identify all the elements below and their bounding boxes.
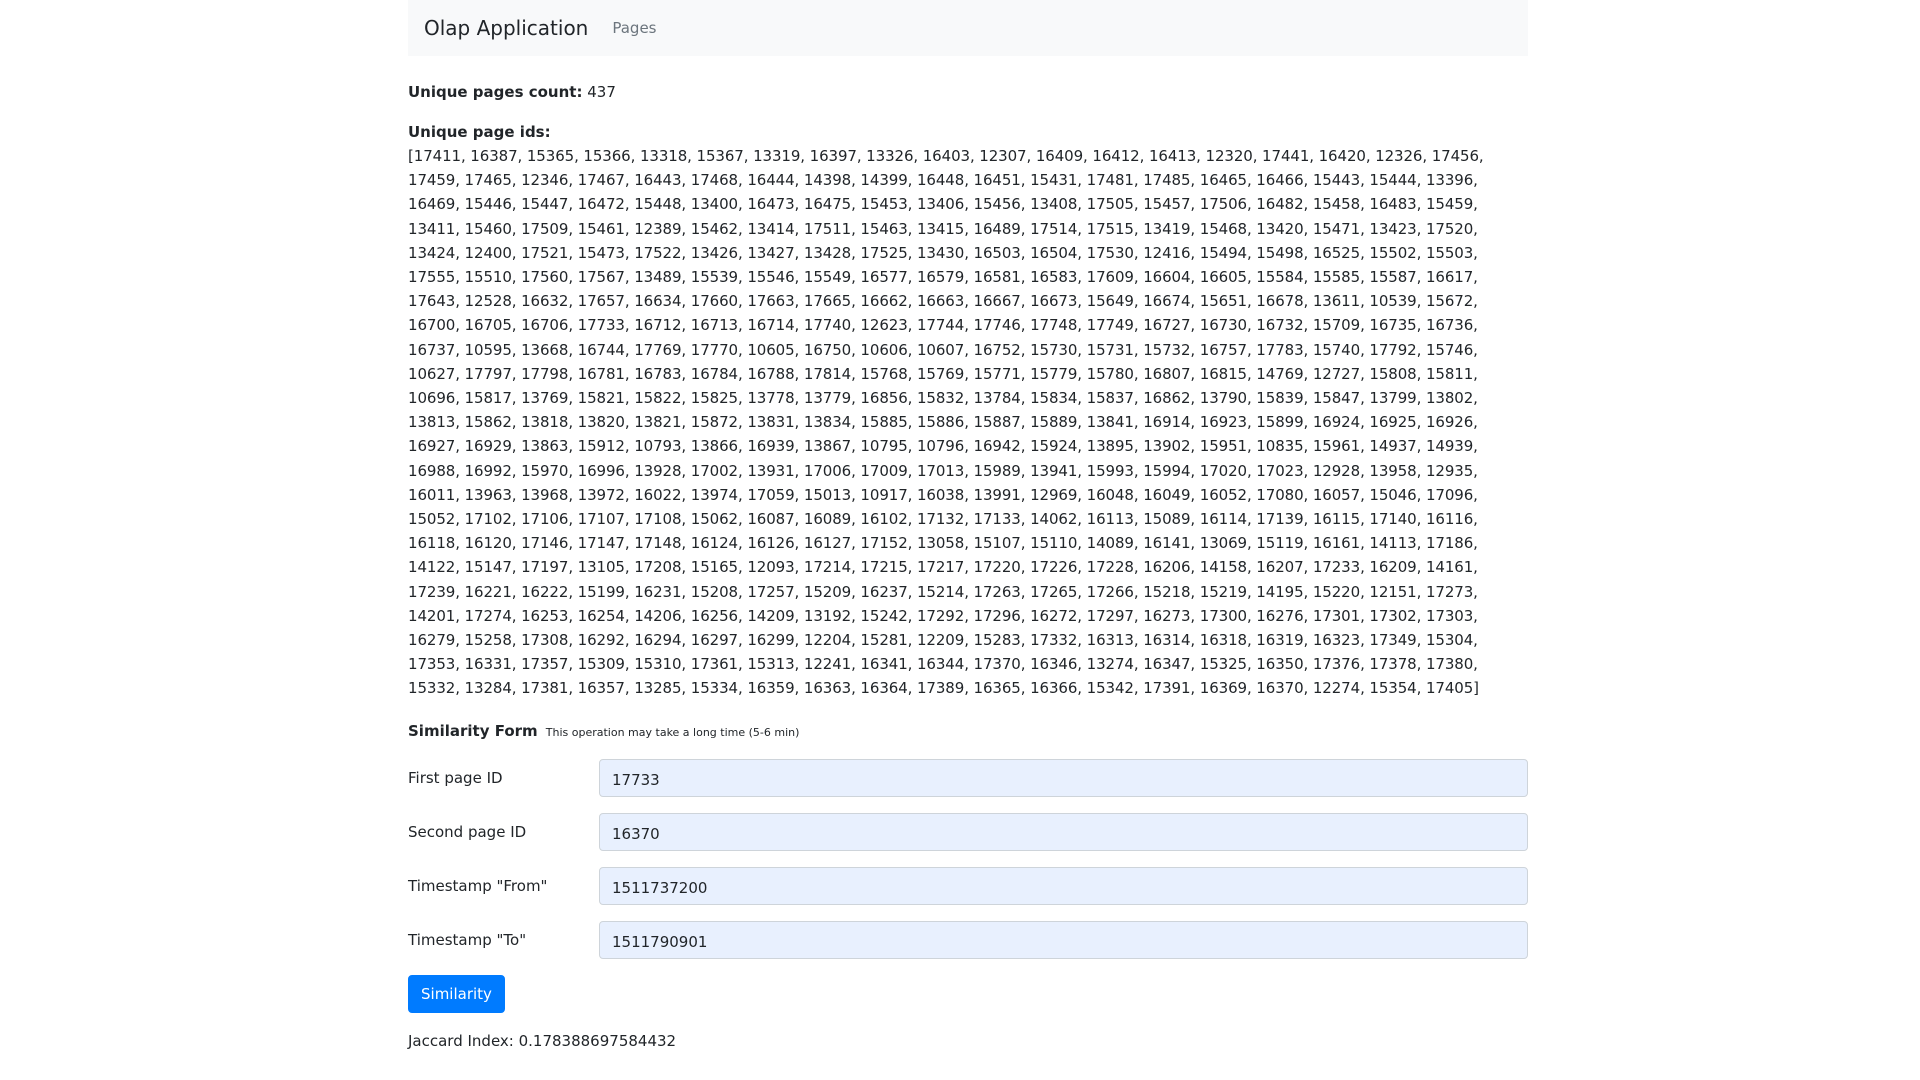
similarity-form-header: Similarity Form This operation may take … <box>408 719 1528 745</box>
second-page-id-row: Second page ID <box>408 812 1528 851</box>
unique-pages-count-value: 437 <box>587 83 616 101</box>
second-page-id-input[interactable] <box>599 812 1528 851</box>
unique-page-ids: Unique page ids: [17411, 16387, 15365, 1… <box>408 120 1528 701</box>
timestamp-from-label: Timestamp "From" <box>408 876 548 895</box>
jaccard-index-result: Jaccard Index: 0.178388697584432 <box>408 1031 677 1050</box>
timestamp-to-row: Timestamp "To" <box>408 920 1528 959</box>
nav-link-pages[interactable]: Pages <box>612 19 656 37</box>
navbar: Olap Application Pages <box>408 0 1528 56</box>
navbar-brand[interactable]: Olap Application <box>424 16 588 40</box>
unique-page-ids-list: [17411, 16387, 15365, 15366, 13318, 1536… <box>408 147 1484 698</box>
similarity-form: First page ID Second page ID Timestamp "… <box>408 758 1528 1013</box>
unique-page-ids-label: Unique page ids: <box>408 123 551 141</box>
first-page-id-row: First page ID <box>408 758 1528 797</box>
timestamp-to-label: Timestamp "To" <box>408 930 527 949</box>
timestamp-from-row: Timestamp "From" <box>408 866 1528 905</box>
unique-pages-count: Unique pages count: 437 <box>408 80 1528 104</box>
similarity-button[interactable]: Similarity <box>408 974 505 1013</box>
timestamp-from-input[interactable] <box>599 866 1528 905</box>
similarity-form-hint: This operation may take a long time (5-6… <box>545 725 800 739</box>
first-page-id-input[interactable] <box>599 758 1528 797</box>
similarity-form-title: Similarity Form <box>408 721 538 740</box>
unique-pages-count-label: Unique pages count: <box>408 83 583 101</box>
timestamp-to-input[interactable] <box>599 920 1528 959</box>
second-page-id-label: Second page ID <box>408 822 527 841</box>
main-container: Olap Application Pages Unique pages coun… <box>408 0 1528 1053</box>
first-page-id-label: First page ID <box>408 768 503 787</box>
